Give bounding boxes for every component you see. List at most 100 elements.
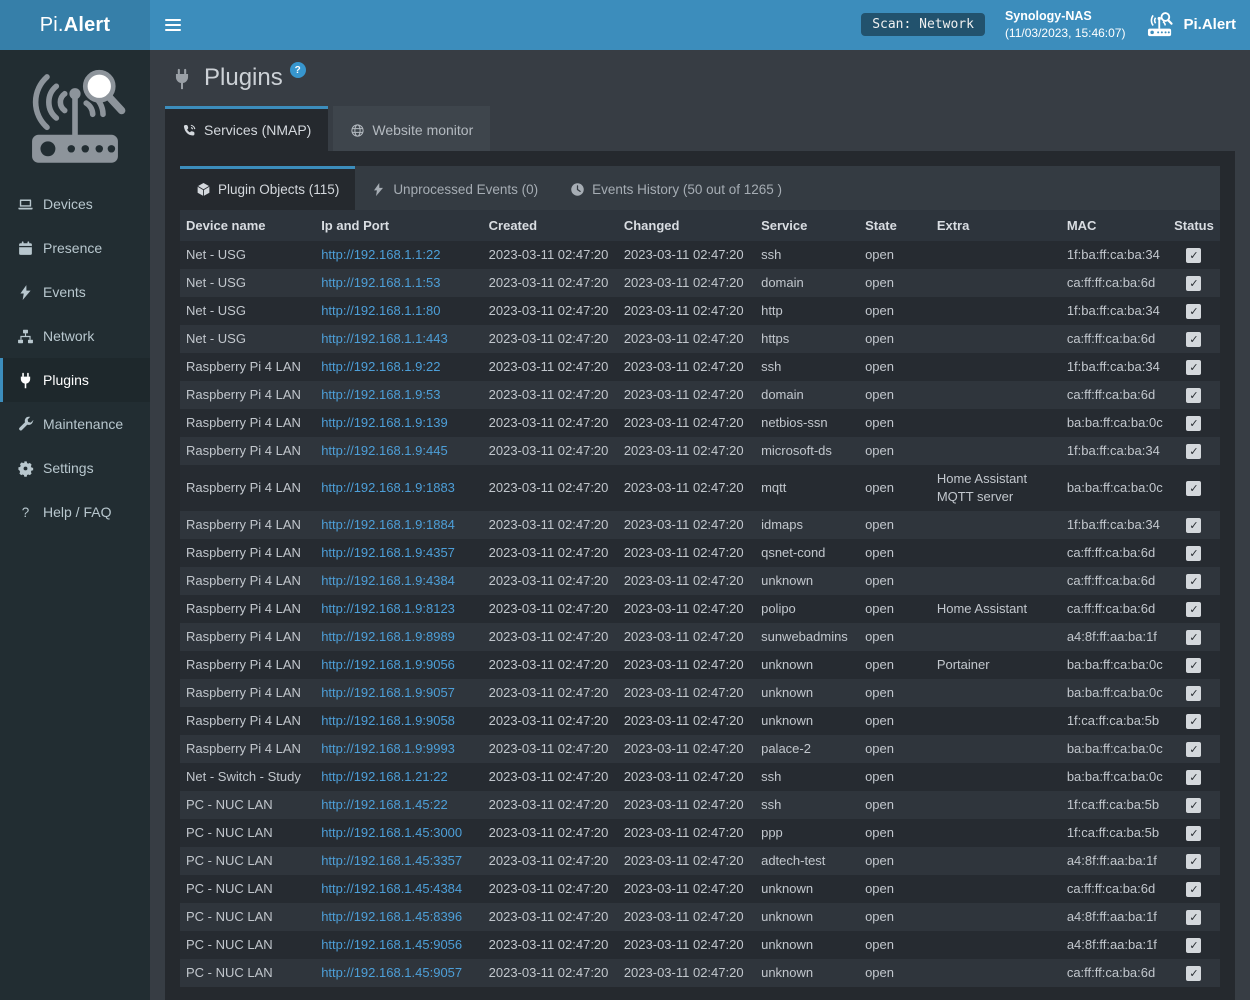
status-checkbox-checked[interactable]: ✓ bbox=[1186, 276, 1201, 291]
sidebar-item-settings[interactable]: Settings bbox=[0, 446, 150, 490]
column-header-state[interactable]: State bbox=[859, 210, 931, 241]
cell-device-name: Raspberry Pi 4 LAN bbox=[180, 651, 315, 679]
tab-label: Services (NMAP) bbox=[204, 122, 311, 138]
ip-port-link[interactable]: http://192.168.1.9:4384 bbox=[321, 573, 455, 588]
plugin-tabs: Services (NMAP) Website monitor bbox=[165, 106, 1235, 151]
ip-port-link[interactable]: http://192.168.1.21:22 bbox=[321, 769, 448, 784]
status-checkbox-checked[interactable]: ✓ bbox=[1186, 416, 1201, 431]
cell-changed: 2023-03-11 02:47:20 bbox=[618, 465, 755, 511]
ip-port-link[interactable]: http://192.168.1.1:443 bbox=[321, 331, 448, 346]
status-checkbox-checked[interactable]: ✓ bbox=[1186, 546, 1201, 561]
status-checkbox-checked[interactable]: ✓ bbox=[1186, 826, 1201, 841]
sidebar-item-network[interactable]: Network bbox=[0, 314, 150, 358]
cell-changed: 2023-03-11 02:47:20 bbox=[618, 763, 755, 791]
column-header-mac[interactable]: MAC bbox=[1061, 210, 1168, 241]
ip-port-link[interactable]: http://192.168.1.9:9057 bbox=[321, 685, 455, 700]
cell-device-name: Raspberry Pi 4 LAN bbox=[180, 679, 315, 707]
status-checkbox-checked[interactable]: ✓ bbox=[1186, 304, 1201, 319]
ip-port-link[interactable]: http://192.168.1.9:8123 bbox=[321, 601, 455, 616]
cell-device-name: PC - NUC LAN bbox=[180, 819, 315, 847]
ip-port-link[interactable]: http://192.168.1.9:8989 bbox=[321, 629, 455, 644]
cell-state: open bbox=[859, 623, 931, 651]
sidebar-logo[interactable]: Pi.Alert bbox=[0, 0, 150, 50]
sidebar-toggle-button[interactable] bbox=[150, 0, 196, 50]
ip-port-link[interactable]: http://192.168.1.45:3000 bbox=[321, 825, 462, 840]
ip-port-link[interactable]: http://192.168.1.1:80 bbox=[321, 303, 440, 318]
status-checkbox-checked[interactable]: ✓ bbox=[1186, 444, 1201, 459]
status-checkbox-checked[interactable]: ✓ bbox=[1186, 714, 1201, 729]
ip-port-link[interactable]: http://192.168.1.45:9056 bbox=[321, 937, 462, 952]
status-checkbox-checked[interactable]: ✓ bbox=[1186, 798, 1201, 813]
status-checkbox-checked[interactable]: ✓ bbox=[1186, 882, 1201, 897]
navbar-brand[interactable]: Pi.Alert bbox=[1145, 12, 1236, 37]
ip-port-link[interactable]: http://192.168.1.45:8396 bbox=[321, 909, 462, 924]
status-checkbox-checked[interactable]: ✓ bbox=[1186, 630, 1201, 645]
cell-created: 2023-03-11 02:47:20 bbox=[483, 819, 618, 847]
cell-ip-port: http://192.168.1.1:53 bbox=[315, 269, 482, 297]
status-checkbox-checked[interactable]: ✓ bbox=[1186, 854, 1201, 869]
status-checkbox-checked[interactable]: ✓ bbox=[1186, 686, 1201, 701]
status-checkbox-checked[interactable]: ✓ bbox=[1186, 966, 1201, 981]
ip-port-link[interactable]: http://192.168.1.1:53 bbox=[321, 275, 440, 290]
ip-port-link[interactable]: http://192.168.1.45:4384 bbox=[321, 881, 462, 896]
table-row: Raspberry Pi 4 LANhttp://192.168.1.9:139… bbox=[180, 409, 1220, 437]
sitemap-icon bbox=[17, 328, 34, 345]
column-header-service[interactable]: Service bbox=[755, 210, 859, 241]
cell-device-name: Raspberry Pi 4 LAN bbox=[180, 623, 315, 651]
inner-tab-plugin-objects-115[interactable]: Plugin Objects (115) bbox=[180, 166, 355, 210]
ip-port-link[interactable]: http://192.168.1.9:1883 bbox=[321, 480, 455, 495]
plug-icon bbox=[17, 372, 34, 389]
sidebar-item-plugins[interactable]: Plugins bbox=[0, 358, 150, 402]
ip-port-link[interactable]: http://192.168.1.1:22 bbox=[321, 247, 440, 262]
cell-service: netbios-ssn bbox=[755, 409, 859, 437]
status-checkbox-checked[interactable]: ✓ bbox=[1186, 910, 1201, 925]
ip-port-link[interactable]: http://192.168.1.45:22 bbox=[321, 797, 448, 812]
ip-port-link[interactable]: http://192.168.1.9:22 bbox=[321, 359, 440, 374]
column-header-changed[interactable]: Changed bbox=[618, 210, 755, 241]
sidebar-item-devices[interactable]: Devices bbox=[0, 182, 150, 226]
table-row: Net - USGhttp://192.168.1.1:222023-03-11… bbox=[180, 241, 1220, 269]
status-checkbox-checked[interactable]: ✓ bbox=[1186, 481, 1201, 496]
status-checkbox-checked[interactable]: ✓ bbox=[1186, 518, 1201, 533]
status-checkbox-checked[interactable]: ✓ bbox=[1186, 574, 1201, 589]
scan-status-badge[interactable]: Scan: Network bbox=[861, 13, 985, 36]
status-checkbox-checked[interactable]: ✓ bbox=[1186, 248, 1201, 263]
status-checkbox-checked[interactable]: ✓ bbox=[1186, 360, 1201, 375]
column-header-device-name[interactable]: Device name bbox=[180, 210, 315, 241]
status-checkbox-checked[interactable]: ✓ bbox=[1186, 742, 1201, 757]
ip-port-link[interactable]: http://192.168.1.9:53 bbox=[321, 387, 440, 402]
tab-website-monitor[interactable]: Website monitor bbox=[333, 106, 490, 151]
cell-mac: 1f:ca:ff:ca:ba:5b bbox=[1061, 707, 1168, 735]
ip-port-link[interactable]: http://192.168.1.9:4357 bbox=[321, 545, 455, 560]
ip-port-link[interactable]: http://192.168.1.9:9993 bbox=[321, 741, 455, 756]
sidebar-item-label: Settings bbox=[43, 460, 94, 476]
column-header-ip-and-port[interactable]: Ip and Port bbox=[315, 210, 482, 241]
ip-port-link[interactable]: http://192.168.1.9:9056 bbox=[321, 657, 455, 672]
inner-tab-events-history-50-out-of-1265[interactable]: Events History (50 out of 1265 ) bbox=[554, 166, 798, 210]
ip-port-link[interactable]: http://192.168.1.45:9057 bbox=[321, 965, 462, 980]
column-header-status[interactable]: Status bbox=[1168, 210, 1220, 241]
status-checkbox-checked[interactable]: ✓ bbox=[1186, 332, 1201, 347]
sidebar-item-maintenance[interactable]: Maintenance bbox=[0, 402, 150, 446]
sidebar-item-help-faq[interactable]: ?Help / FAQ bbox=[0, 490, 150, 534]
ip-port-link[interactable]: http://192.168.1.9:9058 bbox=[321, 713, 455, 728]
tab-services-nmap[interactable]: Services (NMAP) bbox=[165, 106, 328, 151]
sidebar-item-events[interactable]: Events bbox=[0, 270, 150, 314]
ip-port-link[interactable]: http://192.168.1.9:139 bbox=[321, 415, 448, 430]
ip-port-link[interactable]: http://192.168.1.9:445 bbox=[321, 443, 448, 458]
status-checkbox-checked[interactable]: ✓ bbox=[1186, 938, 1201, 953]
column-header-extra[interactable]: Extra bbox=[931, 210, 1061, 241]
column-header-created[interactable]: Created bbox=[483, 210, 618, 241]
status-checkbox-checked[interactable]: ✓ bbox=[1186, 658, 1201, 673]
sidebar-item-presence[interactable]: Presence bbox=[0, 226, 150, 270]
inner-tab-unprocessed-events-0[interactable]: Unprocessed Events (0) bbox=[355, 166, 554, 210]
cell-state: open bbox=[859, 651, 931, 679]
cell-changed: 2023-03-11 02:47:20 bbox=[618, 707, 755, 735]
cell-status: ✓ bbox=[1168, 707, 1220, 735]
help-badge[interactable]: ? bbox=[290, 62, 306, 78]
status-checkbox-checked[interactable]: ✓ bbox=[1186, 388, 1201, 403]
status-checkbox-checked[interactable]: ✓ bbox=[1186, 770, 1201, 785]
status-checkbox-checked[interactable]: ✓ bbox=[1186, 602, 1201, 617]
ip-port-link[interactable]: http://192.168.1.45:3357 bbox=[321, 853, 462, 868]
ip-port-link[interactable]: http://192.168.1.9:1884 bbox=[321, 517, 455, 532]
